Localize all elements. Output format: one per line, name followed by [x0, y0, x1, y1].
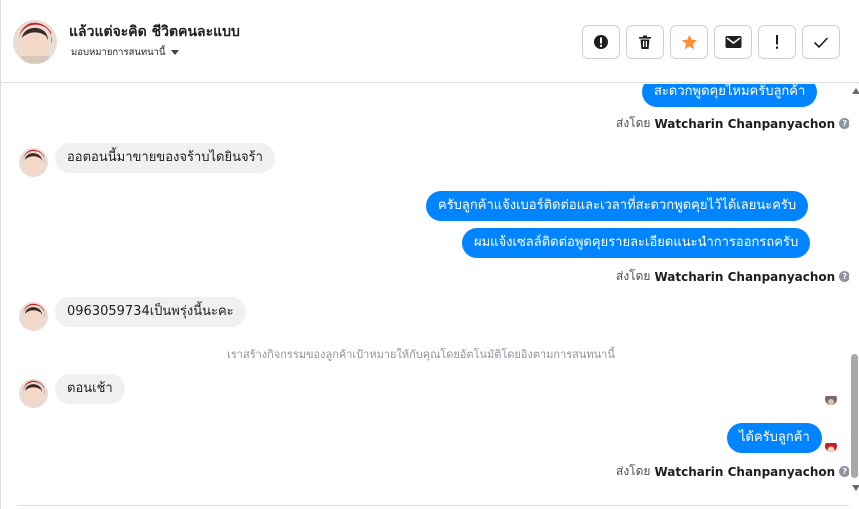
sent-by-label: ส่งโดย Watcharin Chanpanyachon ? — [616, 114, 849, 133]
checkmark-icon — [813, 36, 829, 48]
help-icon[interactable]: ? — [839, 271, 849, 282]
conversation-panel: แล้วแต่จะคิด ชีวิตคนละแบบ มอบหมายการสนทน… — [0, 0, 859, 509]
exclamation-icon — [776, 35, 778, 49]
help-icon[interactable]: ? — [839, 118, 849, 129]
avatar[interactable] — [19, 148, 48, 177]
mark-done-button[interactable] — [802, 25, 840, 59]
divider — [17, 505, 849, 506]
seen-avatar-icon — [825, 393, 837, 405]
star-button[interactable] — [670, 25, 708, 59]
outgoing-message[interactable]: ครับลูกค้าแจ้งเบอร์ติดต่อและเวลาที่สะดวก… — [426, 191, 809, 221]
delete-button[interactable] — [626, 25, 664, 59]
outgoing-message[interactable]: ได้ครับลูกค้า — [727, 423, 822, 453]
assign-conversation-dropdown[interactable]: มอบหมายการสนทนานี้ — [71, 45, 179, 60]
scroll-down-arrow-icon[interactable] — [852, 485, 859, 491]
help-icon[interactable]: ? — [839, 466, 849, 477]
trash-icon — [639, 35, 651, 49]
scrollbar-thumb[interactable] — [851, 354, 858, 478]
alert-circle-icon — [594, 35, 608, 49]
system-notice: เราสร้างกิจกรรมของลูกค้าเป้าหมายให้กับคุ… — [227, 348, 615, 361]
incoming-message[interactable]: 0963059734เป็นพรุ่งนี้นะคะ — [55, 297, 246, 327]
envelope-icon — [725, 36, 741, 48]
sent-by-label: ส่งโดย Watcharin Chanpanyachon ? — [616, 462, 849, 481]
incoming-message[interactable]: ออตอนนี้มาขายของจร้าบไดยินจร้า — [55, 143, 275, 173]
mark-unread-button[interactable] — [714, 25, 752, 59]
chevron-down-icon — [170, 50, 179, 55]
sent-by-prefix: ส่งโดย — [616, 269, 651, 283]
scrollbar[interactable] — [849, 84, 859, 509]
sent-by-label: ส่งโดย Watcharin Chanpanyachon ? — [616, 267, 849, 286]
star-icon — [681, 34, 697, 49]
conversation-header: แล้วแต่จะคิด ชีวิตคนละแบบ มอบหมายการสนทน… — [1, 0, 859, 83]
message-thread[interactable]: สะดวกพูดคุยไหมครับลูกค้า ส่งโดย Watchari… — [1, 84, 849, 509]
avatar[interactable] — [13, 20, 57, 64]
avatar[interactable] — [19, 379, 48, 408]
outgoing-message[interactable]: ผมแจ้งเซลล์ติดต่อพูดคุยรายละเอียดแนะนำกา… — [462, 228, 811, 258]
incoming-message[interactable]: ตอนเช้า — [55, 374, 125, 404]
sent-by-prefix: ส่งโดย — [616, 464, 651, 478]
conversation-toolbar — [582, 25, 840, 59]
sent-by-prefix: ส่งโดย — [616, 116, 651, 130]
report-spam-button[interactable] — [582, 25, 620, 59]
follow-up-button[interactable] — [758, 25, 796, 59]
sender-name: Watcharin Chanpanyachon — [654, 464, 836, 479]
seen-avatar-icon — [825, 440, 837, 452]
scroll-up-arrow-icon[interactable] — [852, 88, 859, 94]
avatar[interactable] — [19, 302, 48, 331]
sender-name: Watcharin Chanpanyachon — [654, 116, 836, 131]
outgoing-message[interactable]: สะดวกพูดคุยไหมครับลูกค้า — [642, 84, 818, 107]
sender-name: Watcharin Chanpanyachon — [654, 269, 836, 284]
assign-label: มอบหมายการสนทนานี้ — [71, 47, 166, 58]
contact-name: แล้วแต่จะคิด ชีวิตคนละแบบ — [69, 24, 240, 40]
